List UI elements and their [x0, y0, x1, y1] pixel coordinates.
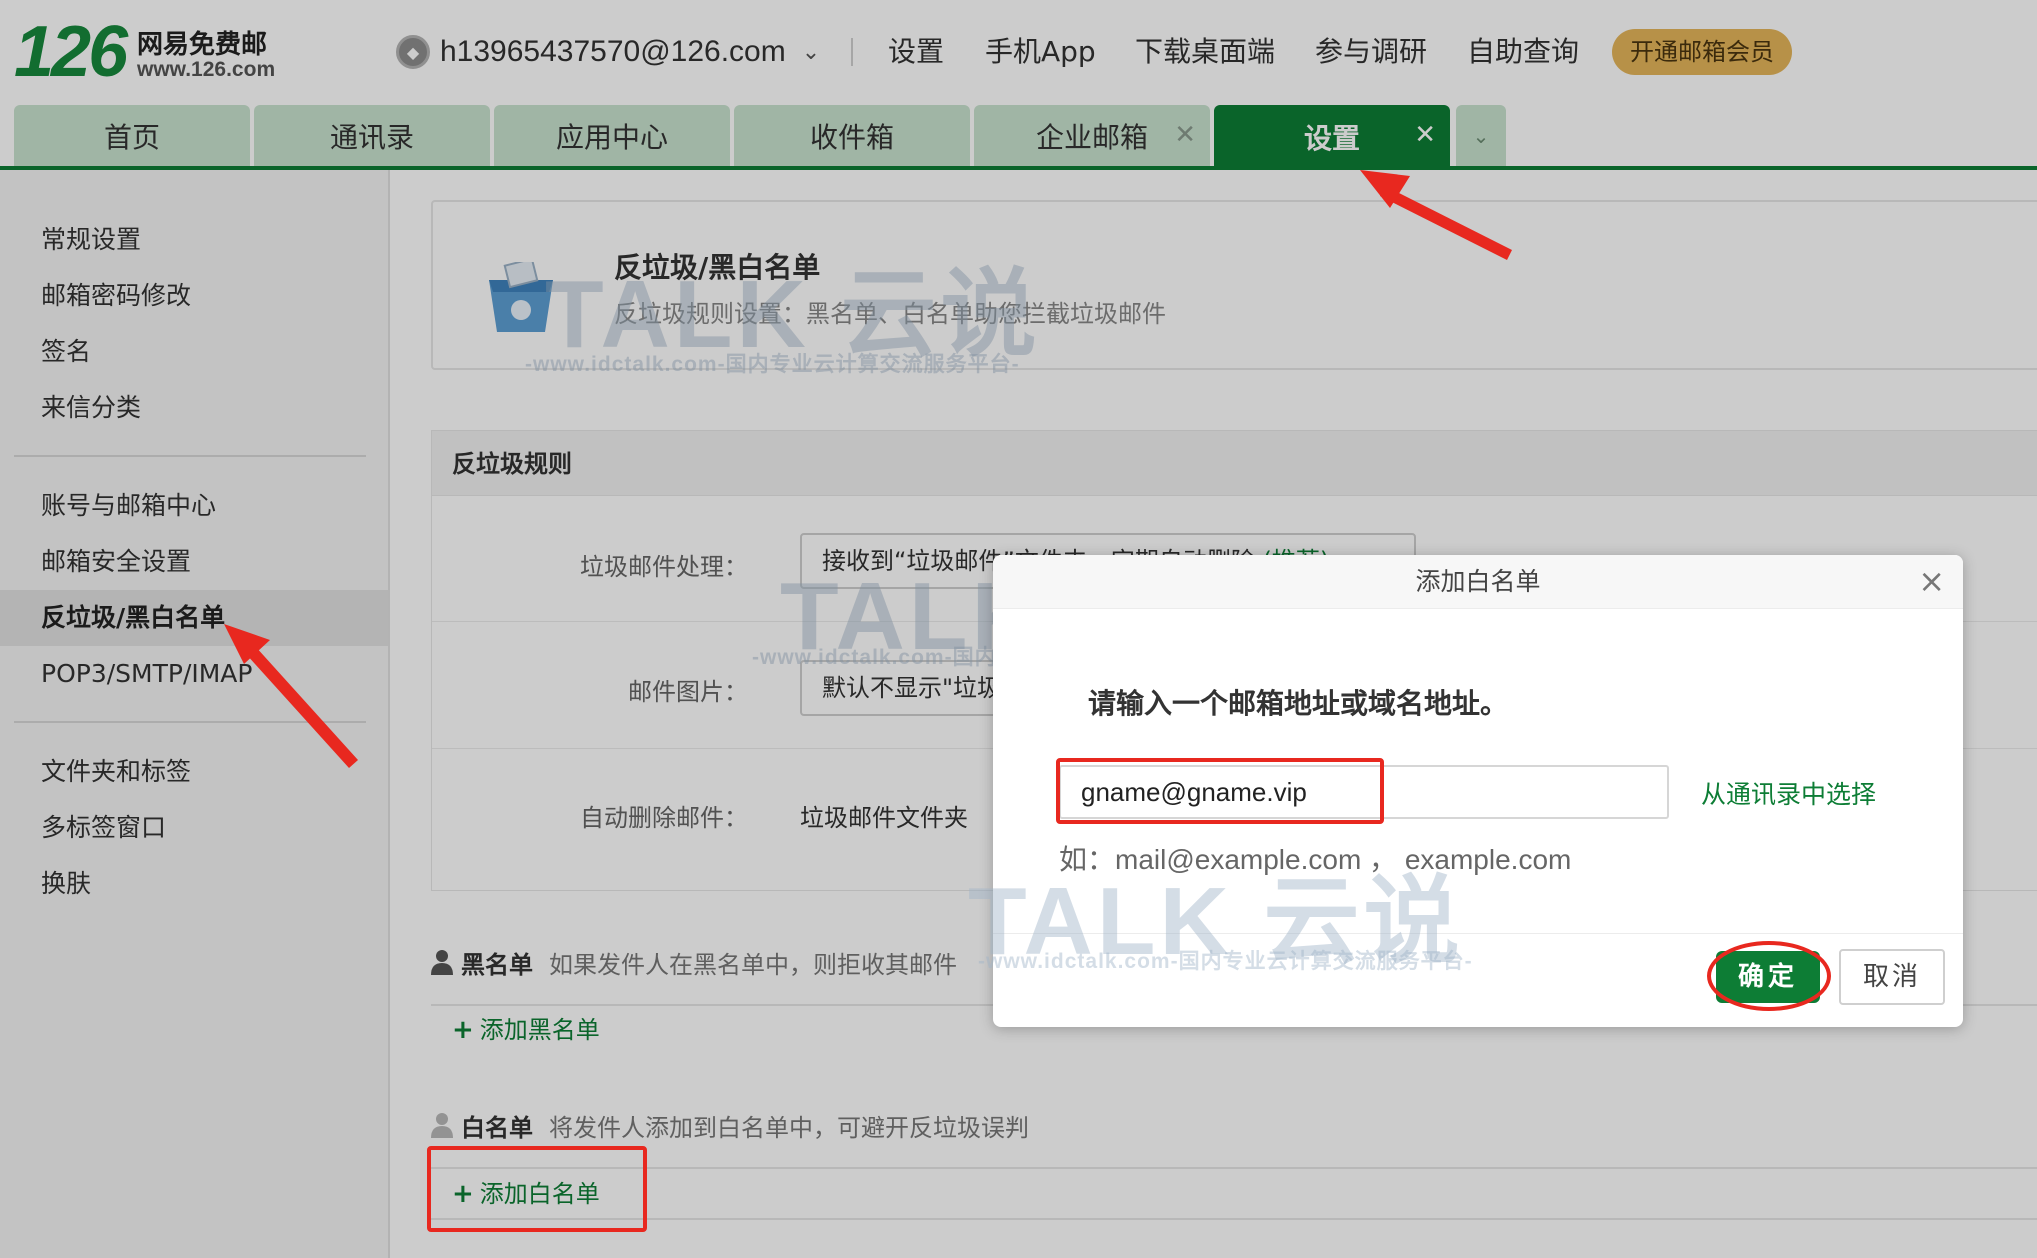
- dialog-title: 添加白名单: [1415, 567, 1541, 596]
- close-icon[interactable]: ×: [1918, 563, 1945, 599]
- dialog-header: 添加白名单 ×: [993, 555, 1963, 609]
- add-whitelist-highlight-box: [427, 1146, 647, 1232]
- cancel-button[interactable]: 取消: [1839, 949, 1945, 1005]
- watermark-url: -www.idctalk.com-国内专业云计算交流服务平台-: [978, 950, 1473, 973]
- confirm-highlight-oval: [1707, 941, 1831, 1011]
- dialog-prompt: 请输入一个邮箱地址或域名地址。: [1088, 687, 1509, 720]
- choose-from-contacts-link[interactable]: 从通讯录中选择: [1701, 775, 1876, 811]
- input-highlight-box: [1056, 758, 1384, 824]
